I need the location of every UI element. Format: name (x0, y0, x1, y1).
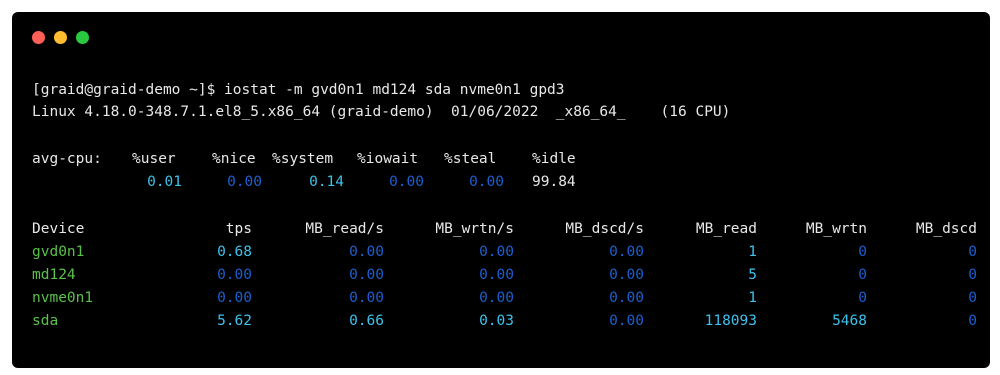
system-info: Linux 4.18.0-348.7.1.el8_5.x86_64 (graid… (32, 104, 731, 120)
table-cell-mb-wrtn: 0 (858, 244, 867, 260)
table-header-mb-wrtn: MB_wrtn (805, 221, 867, 237)
table-cell-mb-dscd: 0 (968, 290, 977, 306)
table-header-device: Device (32, 221, 85, 237)
table-header-mb-read-s: MB_read/s (305, 221, 384, 237)
table-cell-mb-read-s: 0.66 (349, 313, 384, 329)
table-cell-tps: 0.00 (217, 290, 252, 306)
terminal-window[interactable]: [graid@graid-demo ~]$ iostat -m gvd0n1 m… (12, 12, 990, 368)
cpu-label: avg-cpu: (32, 151, 102, 167)
table-cell-mb-wrtn-s: 0.00 (479, 267, 514, 283)
terminal-output: [graid@graid-demo ~]$ iostat -m gvd0n1 m… (12, 12, 990, 368)
table-header-mb-wrtn-s: MB_wrtn/s (435, 221, 514, 237)
table-cell-mb-read: 5 (748, 267, 757, 283)
table-cell-mb-dscd-s: 0.00 (609, 267, 644, 283)
table-cell-mb-wrtn-s: 0.00 (479, 290, 514, 306)
table-header-tps: tps (225, 221, 252, 237)
table-cell-mb-read-s: 0.00 (349, 290, 384, 306)
table-cell-mb-read: 118093 (704, 313, 757, 329)
table-header-mb-read: MB_read (695, 221, 757, 237)
table-row-device: nvme0n1 (32, 290, 94, 306)
table-cell-mb-wrtn-s: 0.03 (479, 313, 514, 329)
cpu-header-iowait: %iowait (357, 151, 419, 167)
table-cell-mb-dscd-s: 0.00 (609, 313, 644, 329)
cpu-header-user: %user (132, 151, 176, 167)
table-cell-mb-dscd-s: 0.00 (609, 244, 644, 260)
table-cell-tps: 0.68 (217, 244, 252, 260)
table-cell-mb-wrtn-s: 0.00 (479, 244, 514, 260)
table-cell-mb-dscd: 0 (968, 267, 977, 283)
table-header-mb-dscd: MB_dscd (915, 221, 977, 237)
table-cell-mb-dscd: 0 (968, 313, 977, 329)
table-cell-mb-read: 1 (748, 290, 757, 306)
cpu-value-system: 0.14 (309, 174, 344, 190)
table-cell-mb-read-s: 0.00 (349, 244, 384, 260)
table-cell-mb-read-s: 0.00 (349, 267, 384, 283)
cpu-header-nice: %nice (212, 151, 256, 167)
command-prompt: [graid@graid-demo ~]$ iostat -m gvd0n1 m… (32, 82, 565, 98)
cpu-header-idle: %idle (532, 151, 576, 167)
cpu-value-iowait: 0.00 (389, 174, 424, 190)
table-row-device: md124 (32, 267, 76, 283)
table-header-mb-dscd-s: MB_dscd/s (565, 221, 644, 237)
table-row-device: sda (32, 313, 59, 329)
table-row-device: gvd0n1 (32, 244, 85, 260)
cpu-value-idle: 99.84 (532, 174, 576, 190)
cpu-value-steal: 0.00 (469, 174, 504, 190)
table-cell-mb-dscd-s: 0.00 (609, 290, 644, 306)
cpu-value-nice: 0.00 (227, 174, 262, 190)
table-cell-mb-wrtn: 0 (858, 267, 867, 283)
cpu-header-system: %system (272, 151, 334, 167)
cpu-header-steal: %steal (444, 151, 497, 167)
table-cell-tps: 5.62 (217, 313, 252, 329)
table-cell-tps: 0.00 (217, 267, 252, 283)
table-cell-mb-dscd: 0 (968, 244, 977, 260)
table-cell-mb-read: 1 (748, 244, 757, 260)
table-cell-mb-wrtn: 5468 (832, 313, 867, 329)
table-cell-mb-wrtn: 0 (858, 290, 867, 306)
cpu-value-user: 0.01 (147, 174, 182, 190)
